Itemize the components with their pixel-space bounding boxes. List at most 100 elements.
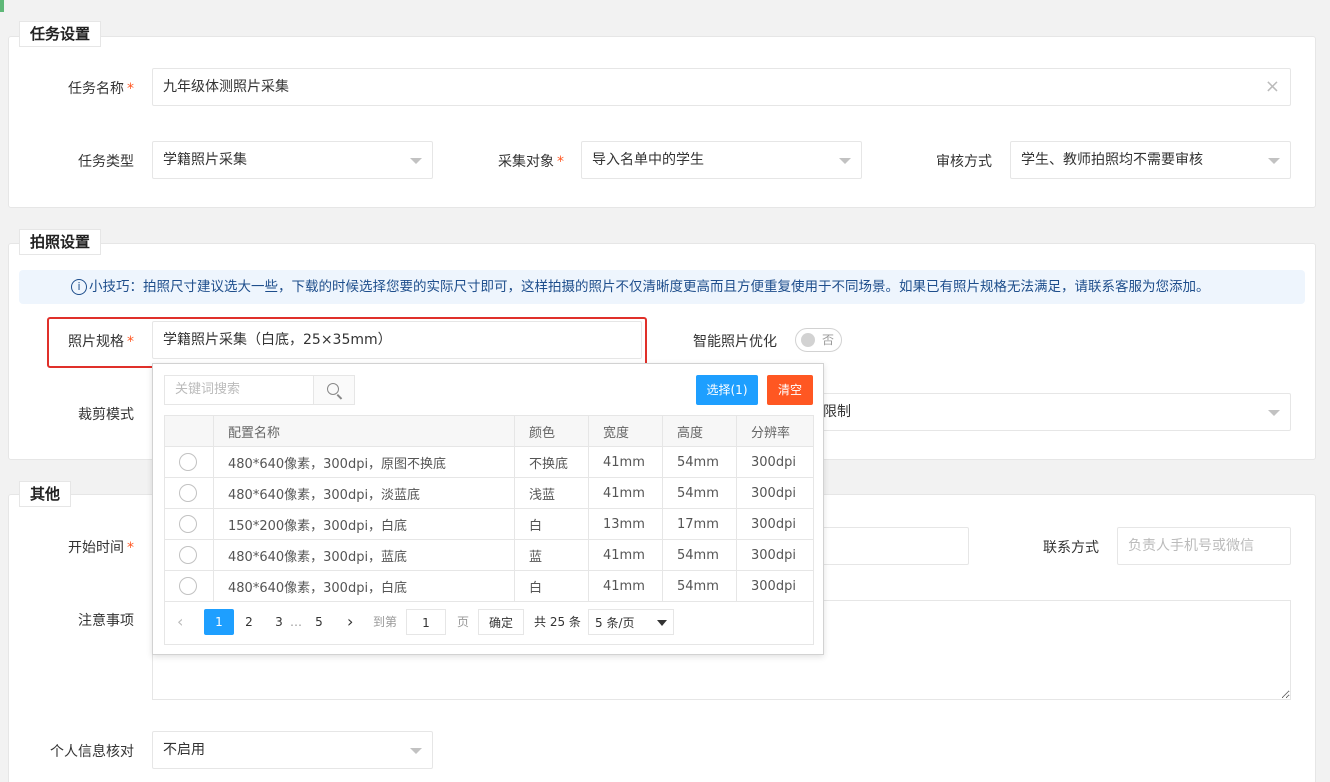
task-settings-legend: 任务设置 — [19, 21, 102, 47]
smart-optimize-label: 智能照片优化 — [693, 334, 777, 350]
radio-button[interactable] — [179, 515, 197, 533]
cell-color: 不换底 — [514, 446, 589, 478]
table-row[interactable]: 480*640像素，300dpi，蓝底 蓝 41mm 54mm 300dpi — [164, 539, 814, 571]
top-bar — [0, 0, 1320, 12]
keyword-search-input[interactable]: 关键词搜索 — [164, 375, 314, 405]
verify-label: 个人信息核对 — [50, 744, 134, 760]
info-icon: i — [71, 279, 87, 295]
photo-settings-legend: 拍照设置 — [19, 229, 102, 255]
cell-height: 54mm — [662, 570, 737, 602]
cell-resolution: 300dpi — [736, 477, 814, 509]
cell-width: 13mm — [588, 508, 663, 540]
crop-mode-label: 裁剪模式 — [78, 407, 134, 423]
search-icon — [327, 383, 339, 395]
clear-icon[interactable]: × — [1265, 69, 1280, 105]
chevron-down-icon — [410, 158, 422, 164]
chevron-down-icon — [1268, 158, 1280, 164]
page-2[interactable]: 2 — [241, 609, 257, 635]
select-button[interactable]: 选择(1) — [696, 375, 758, 405]
page-3[interactable]: 3 — [271, 609, 287, 635]
start-time-label: 开始时间 * — [68, 540, 134, 556]
chevron-down-icon — [657, 620, 667, 626]
cell-name: 480*640像素，300dpi，白底 — [213, 570, 515, 602]
review-label: 审核方式 — [936, 154, 992, 170]
radio-button[interactable] — [179, 546, 197, 564]
radio-button[interactable] — [179, 577, 197, 595]
task-name-input[interactable]: 九年级体测照片采集 × — [152, 68, 1291, 106]
page-unit: 页 — [457, 615, 470, 629]
switch-text: 否 — [822, 333, 835, 347]
cell-height: 54mm — [662, 539, 737, 571]
spec-dropdown-panel: 关键词搜索 选择(1) 清空 配置名称 颜色 宽度 高度 分辨率 480*640… — [152, 363, 824, 655]
col-resolution: 分辨率 — [736, 415, 814, 447]
col-color: 颜色 — [514, 415, 589, 447]
cell-resolution: 300dpi — [736, 508, 814, 540]
chevron-down-icon — [1268, 410, 1280, 416]
highlight-box — [47, 317, 647, 368]
cell-width: 41mm — [588, 477, 663, 509]
task-settings-card — [8, 36, 1316, 208]
cell-name: 480*640像素，300dpi，原图不换底 — [213, 446, 515, 478]
cell-height: 17mm — [662, 508, 737, 540]
contact-label: 联系方式 — [1043, 540, 1099, 556]
search-button[interactable] — [313, 375, 355, 405]
chevron-down-icon — [839, 158, 851, 164]
table-header-row: 配置名称 颜色 宽度 高度 分辨率 — [164, 415, 814, 447]
review-select[interactable]: 学生、教师拍照均不需要审核 — [1010, 141, 1291, 179]
table-row[interactable]: 480*640像素，300dpi，淡蓝底 浅蓝 41mm 54mm 300dpi — [164, 477, 814, 509]
cell-resolution: 300dpi — [736, 539, 814, 571]
radio-button[interactable] — [179, 484, 197, 502]
task-type-label: 任务类型 — [78, 154, 134, 170]
goto-confirm-button[interactable]: 确定 — [478, 609, 524, 635]
page-current[interactable]: 1 — [204, 609, 234, 635]
radio-button[interactable] — [179, 453, 197, 471]
switch-knob — [801, 333, 815, 347]
spec-table: 配置名称 颜色 宽度 高度 分辨率 480*640像素，300dpi，原图不换底… — [164, 415, 814, 602]
end-time-input[interactable] — [810, 527, 969, 565]
table-row[interactable]: 480*640像素，300dpi，原图不换底 不换底 41mm 54mm 300… — [164, 446, 814, 478]
cell-name: 150*200像素，300dpi，白底 — [213, 508, 515, 540]
col-name: 配置名称 — [213, 415, 515, 447]
goto-label: 到第 — [373, 615, 398, 629]
tip-banner: i 小技巧：拍照尺寸建议选大一些，下载的时候选择您要的实际尺寸即可，这样拍摄的照… — [19, 270, 1305, 304]
cell-width: 41mm — [588, 446, 663, 478]
target-label: 采集对象 * — [498, 154, 564, 170]
page-ellipsis: … — [290, 615, 302, 629]
cell-resolution: 300dpi — [736, 570, 814, 602]
cell-height: 54mm — [662, 446, 737, 478]
other-legend: 其他 — [19, 481, 72, 507]
task-name-label: 任务名称 * — [68, 81, 134, 97]
tip-text: 小技巧：拍照尺寸建议选大一些，下载的时候选择您要的实际尺寸即可，这样拍摄的照片不… — [89, 279, 1210, 295]
pagination: ‹ 1 2 3 … 5 › 到第 1 页 确定 共 25 条 5 条/页 — [164, 601, 814, 645]
notes-label: 注意事项 — [78, 613, 134, 629]
smart-optimize-switch[interactable]: 否 — [795, 328, 842, 352]
total-count: 共 25 条 — [534, 615, 581, 629]
cell-width: 41mm — [588, 570, 663, 602]
cell-width: 41mm — [588, 539, 663, 571]
target-select[interactable]: 导入名单中的学生 — [581, 141, 862, 179]
clear-button[interactable]: 清空 — [767, 375, 813, 405]
cell-name: 480*640像素，300dpi，蓝底 — [213, 539, 515, 571]
cell-resolution: 300dpi — [736, 446, 814, 478]
cell-color: 浅蓝 — [514, 477, 589, 509]
task-type-select[interactable]: 学籍照片采集 — [152, 141, 433, 179]
verify-select[interactable]: 不启用 — [152, 731, 433, 769]
contact-input[interactable]: 负责人手机号或微信 — [1117, 527, 1291, 565]
crop-limit-select[interactable]: 限制 — [810, 393, 1291, 431]
prev-page-button[interactable]: ‹ — [177, 609, 183, 635]
per-page-select[interactable]: 5 条/页 — [588, 609, 674, 635]
cell-color: 白 — [514, 570, 589, 602]
cell-color: 蓝 — [514, 539, 589, 571]
cell-name: 480*640像素，300dpi，淡蓝底 — [213, 477, 515, 509]
page-5[interactable]: 5 — [311, 609, 327, 635]
chevron-down-icon — [410, 748, 422, 754]
cell-height: 54mm — [662, 477, 737, 509]
table-row[interactable]: 150*200像素，300dpi，白底 白 13mm 17mm 300dpi — [164, 508, 814, 540]
next-page-button[interactable]: › — [347, 609, 353, 635]
col-width: 宽度 — [588, 415, 663, 447]
table-row[interactable]: 480*640像素，300dpi，白底 白 41mm 54mm 300dpi — [164, 570, 814, 602]
col-height: 高度 — [662, 415, 737, 447]
cell-color: 白 — [514, 508, 589, 540]
goto-page-input[interactable]: 1 — [406, 609, 446, 635]
col-radio — [164, 415, 214, 447]
